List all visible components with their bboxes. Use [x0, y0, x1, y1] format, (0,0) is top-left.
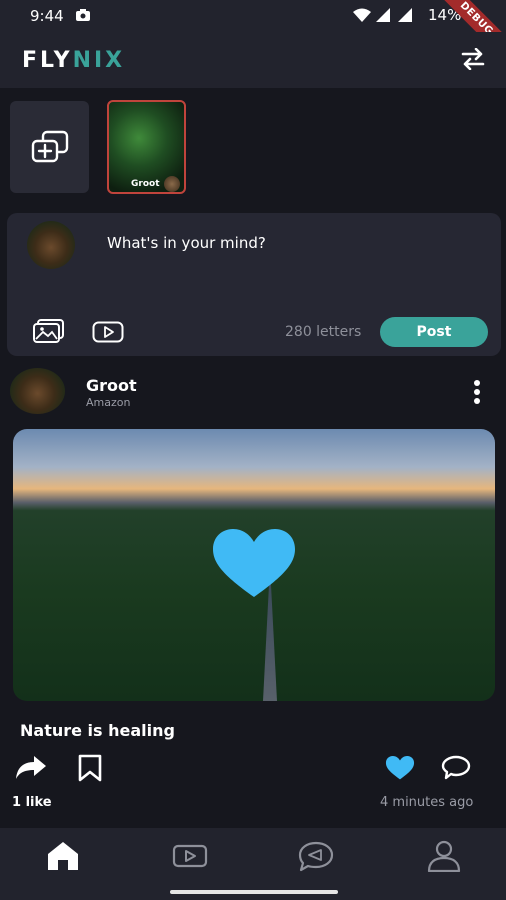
bookmark-icon[interactable]: [78, 754, 102, 782]
logo-text-accent: NIX: [72, 48, 126, 73]
like-heart-icon[interactable]: [385, 756, 415, 780]
share-icon[interactable]: [14, 754, 48, 780]
post-author[interactable]: Groot: [86, 376, 137, 395]
post-image[interactable]: [13, 429, 495, 701]
profile-icon[interactable]: [426, 840, 462, 872]
comment-icon[interactable]: [441, 755, 471, 781]
gesture-bar: [170, 890, 338, 894]
more-vert-icon[interactable]: [470, 380, 484, 404]
add-story-button[interactable]: [10, 101, 89, 193]
like-count[interactable]: 1 like: [12, 795, 52, 810]
post-subtitle: Amazon: [86, 396, 131, 409]
letter-count: 280 letters: [285, 324, 362, 340]
story-name: Groot: [131, 179, 160, 189]
swap-icon[interactable]: [460, 48, 486, 70]
avatar: [27, 221, 75, 269]
heart-icon: [213, 529, 295, 597]
status-bar: 9:44 14% DEBUG: [0, 0, 506, 68]
add-media-icon: [31, 130, 68, 163]
post-button[interactable]: Post: [380, 317, 488, 347]
status-time: 9:44: [30, 7, 64, 25]
post-time: 4 minutes ago: [380, 795, 474, 810]
camera-icon: [76, 9, 90, 21]
app-bar: FLYNIX: [0, 32, 506, 88]
post-composer: What's in your mind? 280 letters Post: [7, 213, 501, 356]
avatar[interactable]: [10, 368, 65, 414]
post-caption: Nature is healing: [20, 721, 175, 740]
video-icon[interactable]: [172, 840, 208, 872]
logo-text-primary: FLY: [22, 48, 73, 73]
app-logo: FLYNIX: [22, 48, 125, 73]
signal-icons: [353, 8, 412, 22]
chat-icon[interactable]: [298, 840, 334, 872]
story-card[interactable]: Groot: [107, 100, 186, 194]
bottom-nav: [0, 828, 506, 900]
home-icon[interactable]: [45, 840, 81, 872]
image-icon[interactable]: [33, 319, 65, 343]
composer-input[interactable]: What's in your mind?: [107, 234, 266, 252]
story-avatar: [164, 176, 180, 192]
video-icon[interactable]: [92, 321, 124, 343]
